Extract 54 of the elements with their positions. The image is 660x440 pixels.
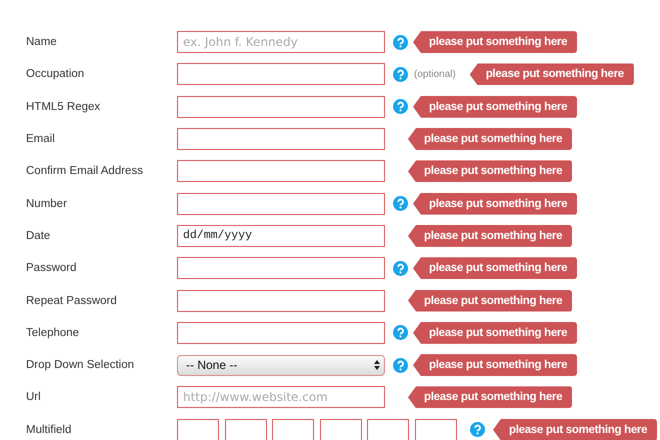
field-label: Multifield (25, 424, 72, 436)
text-field[interactable] (177, 290, 385, 312)
error-tooltip: please put something here (408, 128, 572, 150)
error-tooltip: please put something here (413, 354, 578, 376)
field-label: HTML5 Regex (25, 100, 102, 113)
field-label: Confirm Email Address (25, 165, 144, 178)
error-tooltip: please put something here (413, 322, 578, 344)
optional-note: (optional) (414, 68, 456, 80)
stepper-arrows-icon (374, 360, 380, 370)
text-field[interactable] (272, 418, 314, 440)
error-tooltip: please put something here (408, 160, 572, 182)
text-field[interactable] (177, 160, 385, 182)
field-label: Date (25, 230, 52, 242)
error-tooltip: please put something here (408, 224, 572, 247)
error-tooltip: please put something here (413, 31, 578, 54)
text-field[interactable] (367, 418, 409, 440)
help-icon[interactable] (393, 66, 408, 82)
text-field[interactable] (177, 322, 385, 344)
field-label: Drop Down Selection (25, 359, 136, 372)
field-label: Password (25, 262, 78, 274)
text-field[interactable] (224, 418, 266, 440)
text-field[interactable]: http://www.website.com (177, 386, 385, 408)
text-field[interactable] (414, 418, 456, 440)
text-field[interactable] (177, 418, 219, 440)
dropdown-select[interactable]: -- None -- (177, 354, 385, 376)
text-field[interactable] (177, 257, 385, 280)
text-field[interactable] (177, 96, 385, 118)
error-tooltip: please put something here (408, 386, 572, 408)
error-tooltip: please put something here (413, 96, 578, 118)
error-tooltip: please put something here (413, 257, 578, 280)
field-label: Repeat Password (25, 294, 118, 307)
text-field[interactable] (320, 418, 362, 440)
text-field[interactable] (177, 128, 385, 150)
error-tooltip: please put something here (413, 192, 578, 215)
help-icon[interactable] (470, 422, 485, 438)
field-label: Telephone (25, 326, 80, 339)
error-tooltip: please put something here (493, 418, 658, 440)
text-field[interactable]: ex. John f. Kennedy (177, 31, 385, 54)
help-icon[interactable] (393, 99, 408, 114)
field-label: Url (25, 391, 42, 404)
field-label: Number (25, 198, 68, 210)
error-tooltip: please put something here (470, 63, 634, 86)
help-icon[interactable] (393, 358, 408, 373)
help-icon[interactable] (393, 34, 408, 50)
text-field[interactable] (177, 192, 385, 215)
help-icon[interactable] (393, 325, 408, 340)
help-icon[interactable] (393, 260, 408, 276)
text-field[interactable] (177, 63, 385, 86)
error-tooltip: please put something here (408, 290, 572, 312)
date-field[interactable]: dd/mm/yyyy (177, 224, 385, 247)
field-label: Email (25, 133, 56, 146)
help-icon[interactable] (393, 196, 408, 212)
field-label: Occupation (25, 68, 86, 80)
field-label: Name (25, 36, 58, 48)
